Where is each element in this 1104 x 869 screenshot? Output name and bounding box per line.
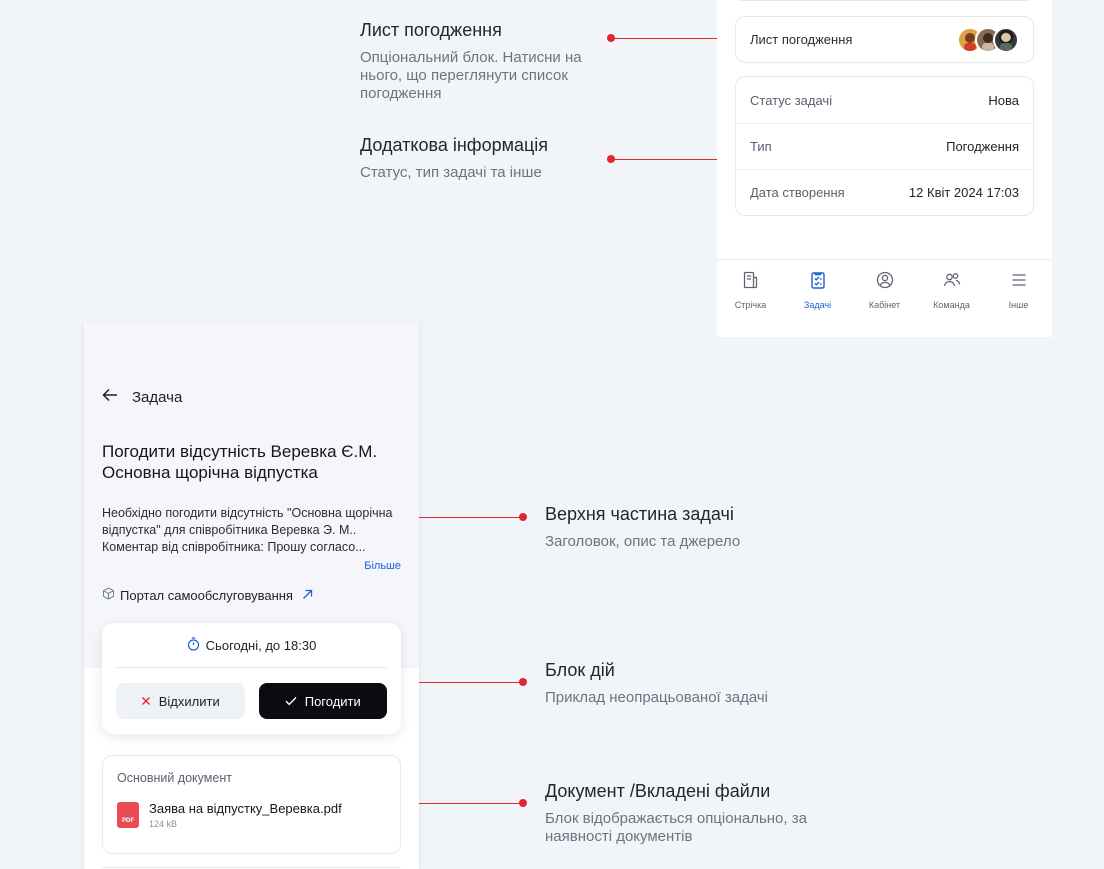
info-value: Нова (988, 92, 1019, 108)
tab-team[interactable]: Команда (922, 270, 982, 337)
tasks-icon (808, 270, 828, 290)
header-title: Задача (132, 388, 183, 406)
bottom-tab-bar: Стрічка Задачі Кабінет Команда Інше (717, 259, 1052, 337)
annotation-title: Блок дій (545, 660, 615, 680)
annotation-arrow (409, 797, 527, 809)
annotation-title: Додаткова інформація (360, 135, 549, 155)
annotation-arrow (607, 32, 727, 44)
annotation-title: Документ /Вкладені файли (545, 781, 771, 801)
tab-profile[interactable]: Кабінет (855, 270, 915, 337)
menu-icon (1009, 270, 1029, 290)
annotation-desc: Приклад неопрацьованої задачі (545, 689, 769, 706)
task-screen: Задача Погодити відсутність Веревка Є.М.… (84, 321, 419, 869)
info-row: Статус задачі Нова (736, 77, 1033, 123)
cube-icon (102, 587, 115, 603)
annotation-actions-block: Блок дій Приклад неопрацьованої задачі (545, 659, 845, 707)
pdf-file-icon[interactable]: PDF (117, 802, 139, 828)
avatar (993, 26, 1019, 53)
task-details-screen: Лист погодження Статус задачі Нова Тип П… (717, 0, 1052, 337)
annotation-title: Верхня частина задачі (545, 504, 734, 524)
back-arrow-icon[interactable] (102, 388, 118, 406)
annotation-approval-sheet: Лист погодження Опціональний блок. Натис… (360, 19, 610, 103)
document-heading: Основний документ (117, 771, 232, 785)
annotation-arrow (607, 153, 727, 165)
reject-button[interactable]: Відхилити (116, 683, 245, 719)
annotation-arrow (409, 511, 527, 523)
task-description: Необхідно погодити відсутність "Основна … (102, 506, 393, 554)
annotation-additional-info: Додаткова інформація Статус, тип задачі … (360, 134, 610, 182)
timer-icon (187, 636, 200, 654)
info-value: 12 Квіт 2024 17:03 (908, 185, 1019, 200)
annotation-arrow (409, 676, 527, 688)
approve-label: Погодити (304, 693, 361, 709)
annotation-documents: Документ /Вкладені файли Блок відображає… (545, 780, 845, 846)
document-card: Основний документ PDF Заява на відпустку… (102, 755, 401, 854)
deadline-text: Сьогодні, до 18:30 (205, 637, 317, 653)
info-row: Дата створення 12 Квіт 2024 17:03 (736, 169, 1033, 215)
info-row: Тип Погодження (736, 123, 1033, 169)
tab-label: Задачі (803, 300, 832, 310)
task-title: Погодити відсутність Веревка Є.М. Основн… (102, 442, 378, 482)
close-icon (141, 694, 151, 709)
tab-other[interactable]: Інше (989, 270, 1049, 337)
profile-icon (875, 270, 895, 290)
external-link-icon (302, 588, 313, 603)
approvers-avatars[interactable] (957, 26, 1019, 53)
annotation-desc: Блок відображається опціонально, за наяв… (545, 810, 807, 845)
tab-tasks[interactable]: Задачі (788, 270, 848, 337)
reject-label: Відхилити (158, 693, 220, 709)
source-label: Портал самообслуговування (120, 587, 293, 603)
task-info-card: Статус задачі Нова Тип Погодження Дата с… (735, 76, 1034, 216)
annotation-desc: Статус, тип задачі та інше (360, 164, 542, 181)
info-label: Дата створення (750, 185, 845, 200)
deadline: Сьогодні, до 18:30 (102, 623, 401, 667)
annotation-title: Лист погодження (360, 20, 502, 40)
approval-sheet-card[interactable]: Лист погодження (735, 16, 1034, 63)
previous-card (735, 0, 1034, 1)
tab-label: Стрічка (734, 300, 767, 310)
feed-icon (741, 270, 761, 290)
tab-label: Інше (1008, 300, 1029, 310)
document-size: 124 kB (149, 819, 178, 829)
annotation-task-top: Верхня частина задачі Заголовок, опис та… (545, 503, 845, 551)
tab-label: Кабінет (868, 300, 901, 310)
tab-feed[interactable]: Стрічка (721, 270, 781, 337)
annotation-desc: Заголовок, опис та джерело (545, 533, 741, 550)
document-name[interactable]: Заява на відпустку_Веревка.pdf (149, 801, 342, 816)
more-link[interactable]: Більше (364, 560, 401, 572)
pdf-badge: PDF (122, 818, 134, 824)
screen-header: Задача (102, 388, 182, 406)
actions-card: Сьогодні, до 18:30 Відхилити Погодити (102, 623, 401, 734)
annotation-desc: Опціональний блок. Натисни на нього, що … (360, 49, 582, 102)
check-icon (285, 694, 297, 709)
task-source[interactable]: Портал самообслуговування (102, 587, 313, 603)
info-label: Статус задачі (750, 92, 833, 108)
info-value: Погодження (946, 139, 1019, 154)
approve-button[interactable]: Погодити (258, 683, 387, 719)
approval-sheet-label: Лист погодження (750, 32, 853, 47)
tab-label: Команда (933, 300, 970, 310)
info-label: Тип (750, 139, 772, 154)
team-icon (942, 270, 962, 290)
